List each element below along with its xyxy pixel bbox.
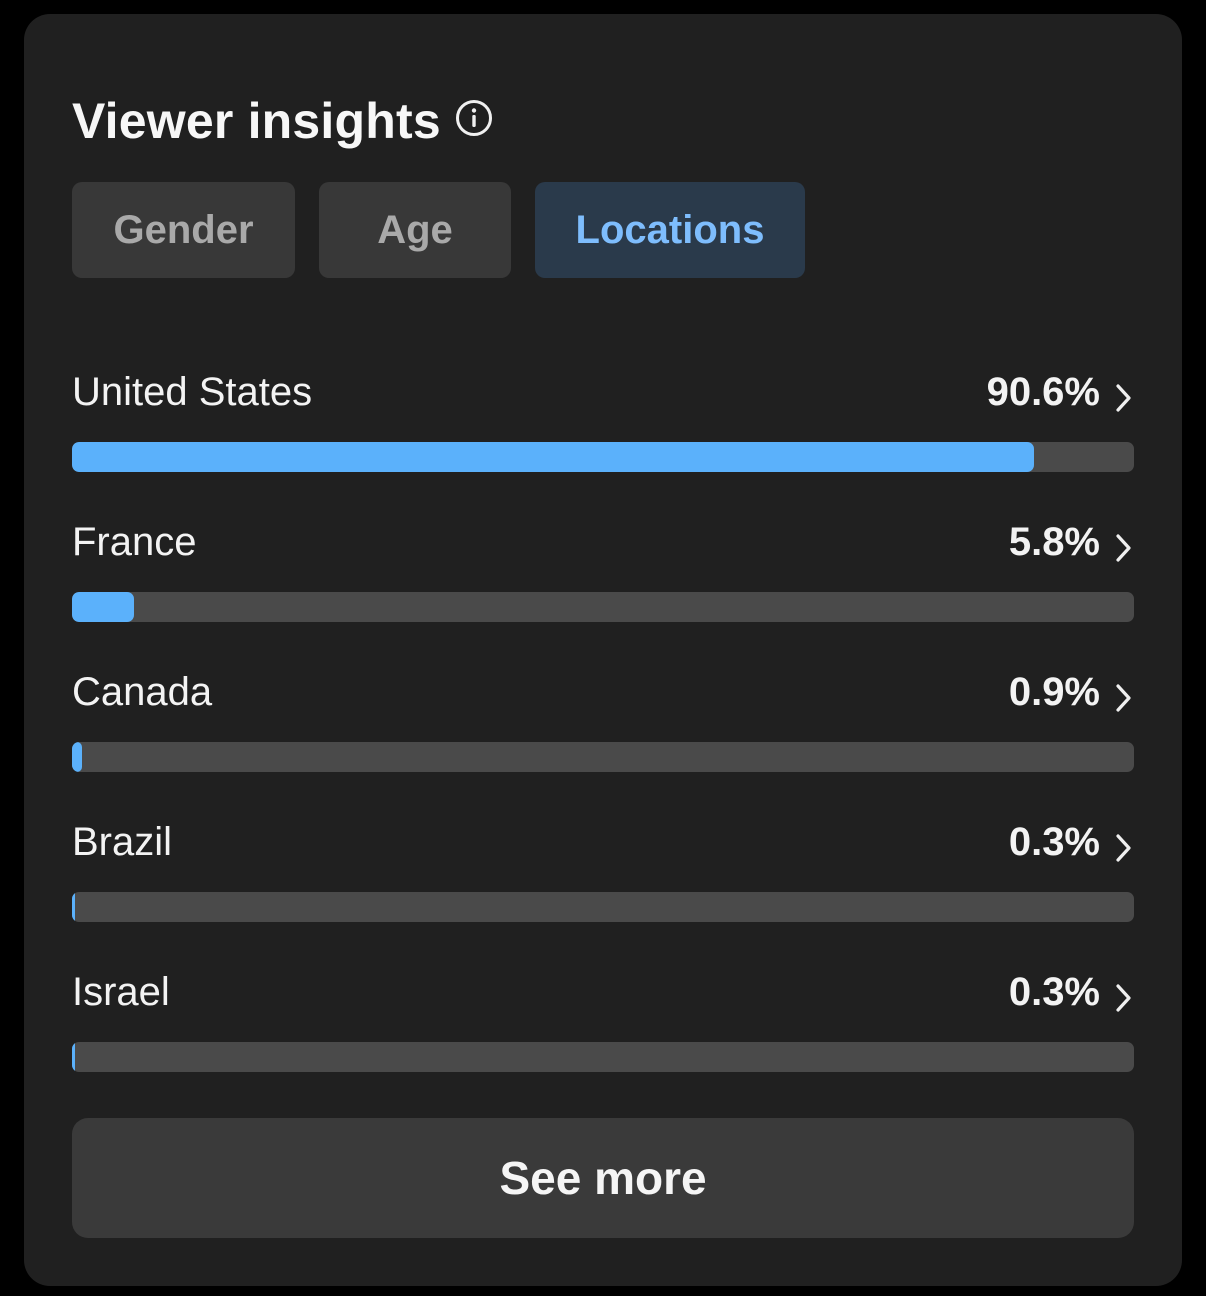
progress-fill: [72, 442, 1035, 472]
title-row: Viewer insights: [72, 76, 493, 166]
see-more-button[interactable]: See more: [72, 1118, 1134, 1238]
progress-track: [72, 592, 1134, 622]
progress-fill: [72, 892, 76, 922]
location-row-brazil[interactable]: Brazil 0.3%: [72, 798, 1134, 948]
location-name: France: [72, 520, 197, 564]
info-icon[interactable]: [455, 99, 493, 137]
progress-fill: [72, 742, 82, 772]
location-percentage: 0.9%: [1008, 670, 1100, 714]
viewer-insights-card: Viewer insights Gender Age Locations Uni…: [24, 14, 1182, 1286]
card-title: Viewer insights: [72, 93, 441, 149]
location-row-france[interactable]: France 5.8%: [72, 498, 1134, 648]
location-name: Brazil: [72, 820, 173, 864]
location-row-united-states[interactable]: United States 90.6%: [72, 348, 1134, 498]
location-row-canada[interactable]: Canada 0.9%: [72, 648, 1134, 798]
progress-track: [72, 442, 1134, 472]
progress-track: [72, 892, 1134, 922]
chevron-right-icon: [1116, 984, 1131, 1012]
chevron-right-icon: [1116, 534, 1131, 562]
location-percentage: 0.3%: [1008, 820, 1100, 864]
location-percentage: 0.3%: [1008, 970, 1100, 1014]
tab-locations[interactable]: Locations: [535, 182, 805, 278]
progress-track: [72, 1042, 1134, 1072]
tab-age[interactable]: Age: [319, 182, 511, 278]
chevron-right-icon: [1116, 684, 1131, 712]
tab-bar: Gender Age Locations: [72, 182, 805, 278]
location-percentage: 90.6%: [986, 370, 1100, 414]
location-name: Canada: [72, 670, 213, 714]
progress-track: [72, 742, 1134, 772]
location-percentage: 5.8%: [1008, 520, 1100, 564]
tab-gender[interactable]: Gender: [72, 182, 295, 278]
progress-fill: [72, 1042, 76, 1072]
chevron-right-icon: [1116, 834, 1131, 862]
locations-list: United States 90.6% France 5.8% Canada 0…: [72, 348, 1134, 1098]
progress-fill: [72, 592, 134, 622]
location-row-israel[interactable]: Israel 0.3%: [72, 948, 1134, 1098]
location-name: Israel: [72, 970, 170, 1014]
location-name: United States: [72, 370, 313, 414]
chevron-right-icon: [1116, 384, 1131, 412]
